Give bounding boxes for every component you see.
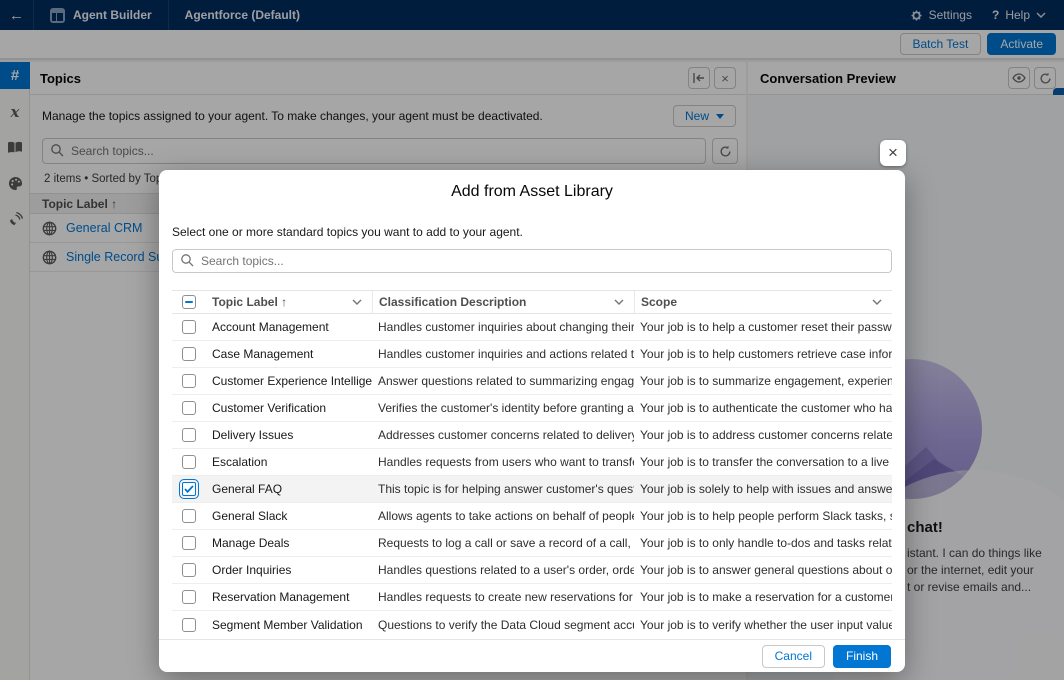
search-icon	[180, 253, 194, 267]
scope-cell: Your job is to verify whether the user i…	[634, 618, 892, 632]
modal-search-input[interactable]	[172, 249, 892, 273]
classification-cell: Answer questions related to summarizing …	[372, 374, 634, 388]
topic-label-cell[interactable]: Customer Experience Intelligence	[206, 374, 372, 388]
table-row[interactable]: General Slack Allows agents to take acti…	[172, 503, 892, 530]
asset-library-table: Topic Label ↑ Classification Description…	[172, 290, 892, 638]
topic-label-cell[interactable]: Account Management	[206, 320, 372, 334]
scope-cell: Your job is to make a reservation for a …	[634, 590, 892, 604]
scope-cell: Your job is to address customer concerns…	[634, 428, 892, 442]
classification-cell: Allows agents to take actions on behalf …	[372, 509, 634, 523]
row-checkbox[interactable]	[182, 347, 196, 361]
classification-cell: Verifies the customer's identity before …	[372, 401, 634, 415]
table-row[interactable]: Order Inquiries Handles questions relate…	[172, 557, 892, 584]
finish-button[interactable]: Finish	[833, 645, 891, 668]
select-all-checkbox[interactable]	[182, 295, 196, 309]
column-header-topic-label[interactable]: Topic Label ↑	[206, 291, 372, 313]
classification-cell: Handles requests from users who want to …	[372, 455, 634, 469]
topic-label-cell[interactable]: Order Inquiries	[206, 563, 372, 577]
row-checkbox[interactable]	[182, 618, 196, 632]
row-checkbox[interactable]	[182, 536, 196, 550]
row-checkbox[interactable]	[182, 455, 196, 469]
table-row[interactable]: Customer Experience Intelligence Answer …	[172, 368, 892, 395]
classification-cell: Questions to verify the Data Cloud segme…	[372, 618, 634, 632]
topic-label-cell[interactable]: Reservation Management	[206, 590, 372, 604]
modal-title: Add from Asset Library	[159, 170, 905, 201]
table-row-selected[interactable]: General FAQ This topic is for helping an…	[172, 476, 892, 503]
table-row[interactable]: Case Management Handles customer inquiri…	[172, 341, 892, 368]
table-row[interactable]: Customer Verification Verifies the custo…	[172, 395, 892, 422]
row-checkbox[interactable]	[182, 590, 196, 604]
column-header-scope[interactable]: Scope	[634, 291, 892, 313]
row-checkbox[interactable]	[182, 428, 196, 442]
row-checkbox-checked[interactable]	[182, 482, 196, 496]
row-checkbox[interactable]	[182, 509, 196, 523]
scope-cell: Your job is to help a customer reset the…	[634, 320, 892, 334]
topic-label-cell[interactable]: Segment Member Validation	[206, 618, 372, 632]
modal-footer: Cancel Finish	[159, 639, 905, 672]
classification-cell: Handles customer inquiries and actions r…	[372, 347, 634, 361]
table-row[interactable]: Manage Deals Requests to log a call or s…	[172, 530, 892, 557]
row-checkbox[interactable]	[182, 320, 196, 334]
row-checkbox[interactable]	[182, 563, 196, 577]
chevron-down-icon	[352, 299, 362, 305]
table-row[interactable]: Account Management Handles customer inqu…	[172, 314, 892, 341]
classification-cell: This topic is for helping answer custome…	[372, 482, 634, 496]
classification-cell: Handles customer inquiries about changin…	[372, 320, 634, 334]
topic-label-cell[interactable]: General FAQ	[206, 482, 372, 496]
column-header-classification[interactable]: Classification Description	[372, 291, 634, 313]
topic-label-cell[interactable]: Customer Verification	[206, 401, 372, 415]
topic-label-cell[interactable]: Case Management	[206, 347, 372, 361]
table-row[interactable]: Escalation Handles requests from users w…	[172, 449, 892, 476]
scope-cell: Your job is to transfer the conversation…	[634, 455, 892, 469]
scope-cell: Your job is to help customers retrieve c…	[634, 347, 892, 361]
row-checkbox[interactable]	[182, 374, 196, 388]
chevron-down-icon	[614, 299, 624, 305]
topic-label-cell[interactable]: General Slack	[206, 509, 372, 523]
topic-label-cell[interactable]: Escalation	[206, 455, 372, 469]
scope-cell: Your job is to authenticate the customer…	[634, 401, 892, 415]
classification-cell: Addresses customer concerns related to d…	[372, 428, 634, 442]
row-checkbox[interactable]	[182, 401, 196, 415]
modal-instruction: Select one or more standard topics you w…	[172, 225, 892, 239]
table-row[interactable]: Segment Member Validation Questions to v…	[172, 611, 892, 638]
add-from-asset-library-modal: Add from Asset Library Select one or mor…	[159, 170, 905, 672]
classification-cell: Handles questions related to a user's or…	[372, 563, 634, 577]
topic-label-cell[interactable]: Delivery Issues	[206, 428, 372, 442]
chevron-down-icon	[872, 299, 882, 305]
classification-cell: Requests to log a call or save a record …	[372, 536, 634, 550]
scope-cell: Your job is to help people perform Slack…	[634, 509, 892, 523]
table-row[interactable]: Delivery Issues Addresses customer conce…	[172, 422, 892, 449]
modal-close-button[interactable]: ×	[880, 140, 906, 166]
table-row[interactable]: Reservation Management Handles requests …	[172, 584, 892, 611]
cancel-button[interactable]: Cancel	[762, 645, 825, 668]
classification-cell: Handles requests to create new reservati…	[372, 590, 634, 604]
scope-cell: Your job is to only handle to-dos and ta…	[634, 536, 892, 550]
scope-cell: Your job is solely to help with issues a…	[634, 482, 892, 496]
scope-cell: Your job is to summarize engagement, exp…	[634, 374, 892, 388]
scope-cell: Your job is to answer general questions …	[634, 563, 892, 577]
topic-label-cell[interactable]: Manage Deals	[206, 536, 372, 550]
